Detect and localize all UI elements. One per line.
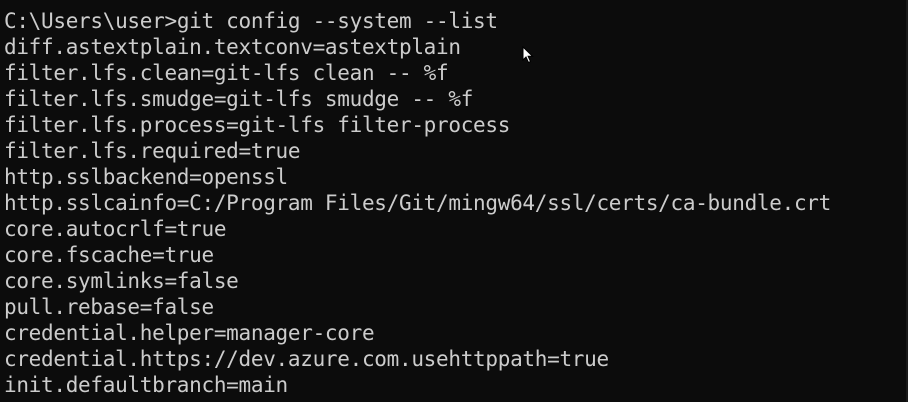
output-line: credential.helper=manager-core <box>4 321 375 345</box>
command-line: C:\Users\user>git config --system --list <box>4 8 831 34</box>
output-line: filter.lfs.smudge=git-lfs smudge -- %f <box>4 87 474 111</box>
output-line: init.defaultbranch=main <box>4 373 288 397</box>
output-line: core.symlinks=false <box>4 269 239 293</box>
console-window[interactable]: C:\Users\user>git config --system --list… <box>0 0 908 402</box>
output-line: diff.astextplain.textconv=astextplain <box>4 35 461 59</box>
output-line: filter.lfs.clean=git-lfs clean -- %f <box>4 61 449 85</box>
output-line: http.sslcainfo=C:/Program Files/Git/ming… <box>4 191 831 215</box>
output-line: filter.lfs.process=git-lfs filter-proces… <box>4 113 511 137</box>
output-line: pull.rebase=false <box>4 295 214 319</box>
output-line: core.fscache=true <box>4 243 214 267</box>
console-output[interactable]: C:\Users\user>git config --system --list… <box>4 8 831 398</box>
mouse-pointer-icon <box>522 46 534 64</box>
output-line: core.autocrlf=true <box>4 217 227 241</box>
output-line: filter.lfs.required=true <box>4 139 301 163</box>
command-text: git config --system --list <box>176 9 498 33</box>
output-line: http.sslbackend=openssl <box>4 165 288 189</box>
prompt-text: C:\Users\user> <box>4 9 177 33</box>
output-line: credential.https://dev.azure.com.usehttp… <box>4 347 609 371</box>
